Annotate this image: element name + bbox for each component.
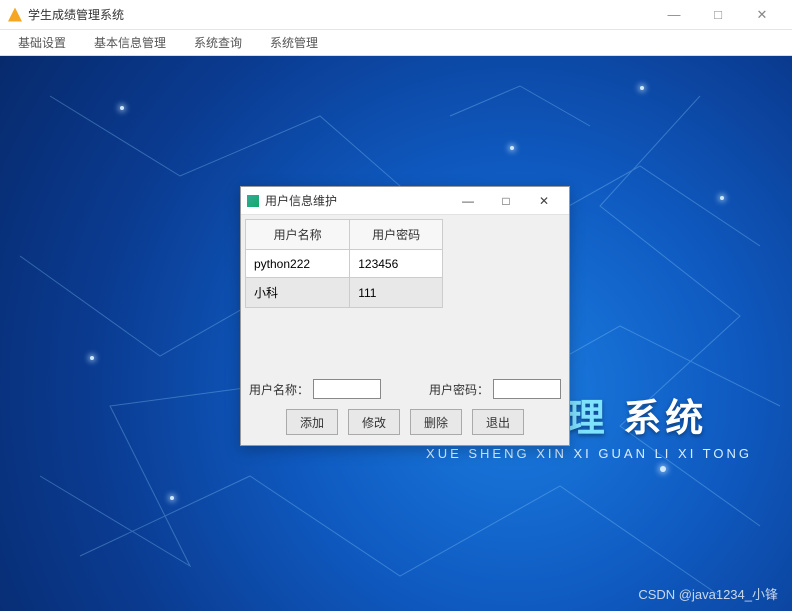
dialog-title: 用户信息维护 (265, 192, 449, 209)
username-input[interactable] (313, 379, 381, 399)
form-row: 用户名称： 用户密码： (249, 379, 561, 399)
watermark-text: CSDN @java1234_小锋 (638, 584, 778, 603)
main-window-titlebar: 学生成绩管理系统 — □ ✕ (0, 0, 792, 30)
col-header-password[interactable]: 用户密码 (350, 220, 443, 250)
password-input[interactable] (493, 379, 561, 399)
dialog-icon (247, 195, 259, 207)
user-info-dialog: 用户信息维护 — □ ✕ 用户名称 用户密码 python222 123 (240, 186, 570, 446)
col-header-username[interactable]: 用户名称 (246, 220, 350, 250)
edit-button[interactable]: 修改 (348, 409, 400, 435)
dialog-titlebar: 用户信息维护 — □ ✕ (241, 187, 569, 215)
table-row[interactable]: python222 123456 (246, 250, 443, 278)
desktop-area: 信息 管理 系统 XUE SHENG XIN XI GUAN LI XI TON… (0, 56, 792, 611)
table-row[interactable]: 小科 111 (246, 278, 443, 308)
close-button[interactable]: ✕ (740, 0, 784, 30)
username-label: 用户名称： (249, 381, 309, 398)
brand-subtitle: XUE SHENG XIN XI GUAN LI XI TONG (426, 446, 752, 461)
dialog-body: 用户名称 用户密码 python222 123456 小科 111 (241, 215, 569, 312)
minimize-button[interactable]: — (652, 0, 696, 30)
main-window-title: 学生成绩管理系统 (28, 6, 652, 23)
brand-word-post: 系统 (623, 398, 707, 440)
main-window-controls: — □ ✕ (652, 0, 784, 30)
dialog-maximize-button[interactable]: □ (487, 187, 525, 215)
menu-system-query[interactable]: 系统查询 (180, 30, 256, 56)
app-icon (8, 8, 22, 22)
password-label: 用户密码： (429, 381, 489, 398)
user-table[interactable]: 用户名称 用户密码 python222 123456 小科 111 (245, 219, 443, 308)
button-row: 添加 修改 删除 退出 (241, 409, 569, 435)
cell-username[interactable]: python222 (246, 250, 350, 278)
maximize-button[interactable]: □ (696, 0, 740, 30)
delete-button[interactable]: 删除 (410, 409, 462, 435)
menu-basic-info[interactable]: 基本信息管理 (80, 30, 180, 56)
add-button[interactable]: 添加 (286, 409, 338, 435)
menubar: 基础设置 基本信息管理 系统查询 系统管理 (0, 30, 792, 56)
dialog-window-controls: — □ ✕ (449, 187, 563, 215)
table-header-row: 用户名称 用户密码 (246, 220, 443, 250)
menu-basic-settings[interactable]: 基础设置 (4, 30, 80, 56)
dialog-minimize-button[interactable]: — (449, 187, 487, 215)
menu-system-admin[interactable]: 系统管理 (256, 30, 332, 56)
cell-password[interactable]: 111 (350, 278, 443, 308)
exit-button[interactable]: 退出 (472, 409, 524, 435)
cell-password[interactable]: 123456 (350, 250, 443, 278)
dialog-close-button[interactable]: ✕ (525, 187, 563, 215)
cell-username[interactable]: 小科 (246, 278, 350, 308)
